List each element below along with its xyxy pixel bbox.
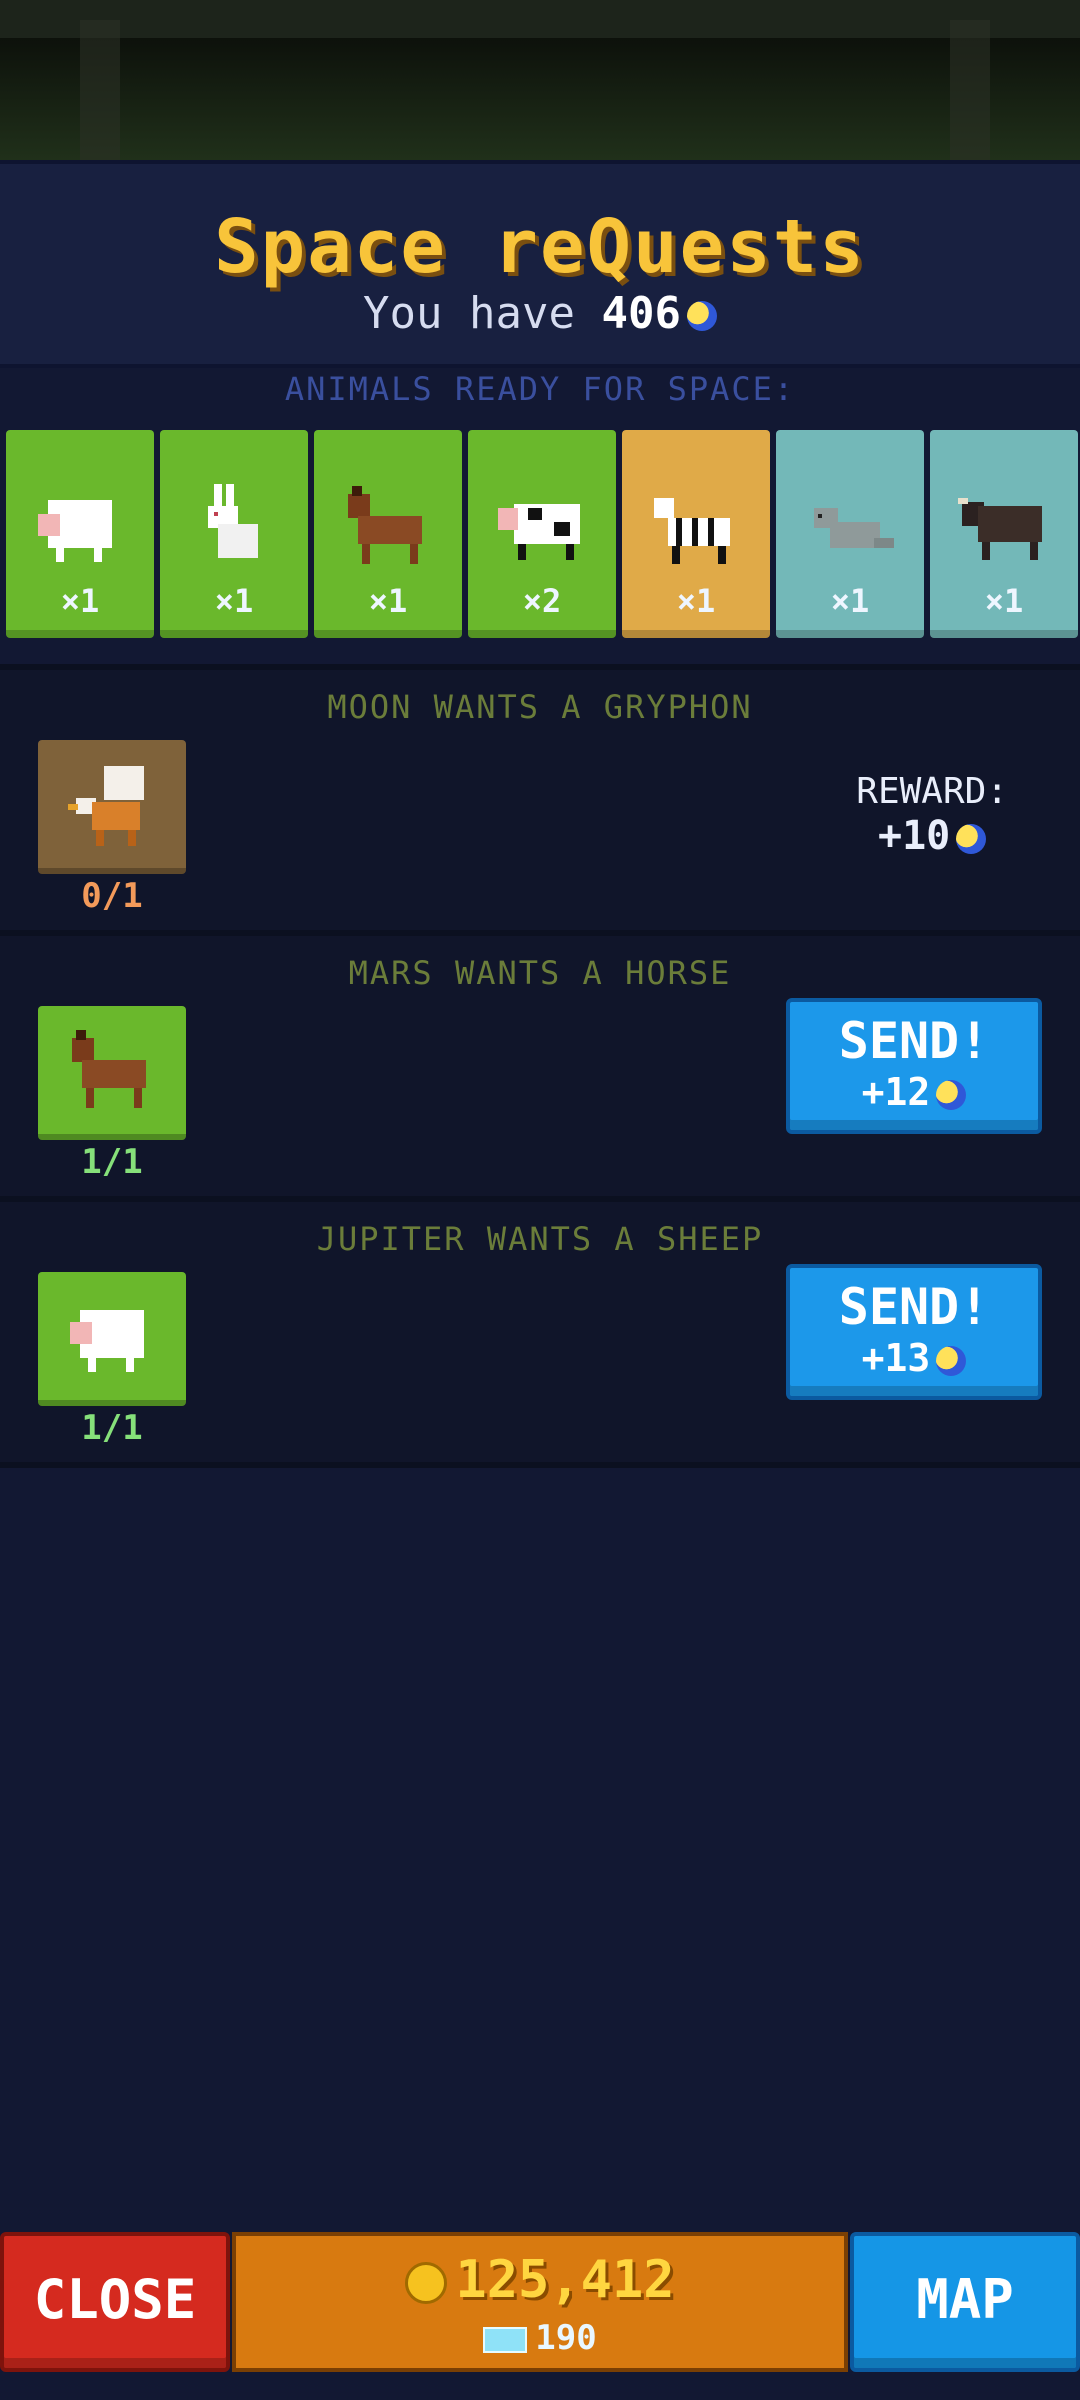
gems-display: 190 [236, 2318, 844, 2358]
request-moon-gryphon: MOON WANTS A GRYPHON 0/1 REWARD: +10 [0, 670, 1080, 930]
animal-count: ×1 [60, 582, 100, 620]
animal-count: ×1 [984, 582, 1024, 620]
wallet-display: 125,412 190 [232, 2232, 848, 2372]
horse-icon [348, 486, 422, 564]
section-divider [0, 1462, 1080, 1468]
request-animal-card [38, 1272, 186, 1406]
animal-count: ×1 [676, 582, 716, 620]
request-jupiter-sheep: JUPITER WANTS A SHEEP 1/1 SEND! +13 [0, 1202, 1080, 1462]
coins-amount: 125,412 [455, 2250, 675, 2310]
seal-icon [814, 508, 894, 548]
sheep-icon [70, 1310, 144, 1372]
animals-ready-row: ×1 ×1 ×1 ×2 ×1 ×1 ×1 [6, 430, 1080, 640]
bottom-bar: CLOSE 125,412 190 MAP [0, 2232, 1080, 2372]
cow-icon [498, 504, 580, 560]
send-button-label: SEND! [838, 1012, 990, 1070]
reward-label: REWARD: [856, 771, 1008, 812]
request-title: JUPITER WANTS A SHEEP [316, 1220, 764, 1258]
game-scene-top [0, 0, 1080, 160]
animal-count: ×1 [214, 582, 254, 620]
request-title: MOON WANTS A GRYPHON [327, 688, 753, 726]
coins-display: 125,412 [236, 2250, 844, 2310]
send-button-label: SEND! [838, 1278, 990, 1336]
send-reward-amount: +13 [861, 1336, 931, 1380]
request-progress: 1/1 [81, 1408, 143, 1448]
balance-prefix: You have [363, 288, 575, 339]
request-animal-card [38, 740, 186, 874]
gems-amount: 190 [535, 2318, 597, 2358]
pillar-left [80, 20, 120, 160]
page-title: Space reQuests [214, 204, 866, 290]
request-animal-card [38, 1006, 186, 1140]
map-button[interactable]: MAP [850, 2232, 1080, 2372]
reward-amount: +10 [878, 813, 951, 859]
balance-line: You have 406 [0, 288, 1080, 339]
animal-card-sheep[interactable]: ×1 [6, 430, 154, 638]
request-progress: 0/1 [81, 876, 143, 916]
moon-coin-icon [936, 1079, 967, 1110]
horse-icon [72, 1030, 146, 1108]
request-mars-horse: MARS WANTS A HORSE 1/1 SEND! +12 [0, 936, 1080, 1196]
send-button-jupiter[interactable]: SEND! +13 [786, 1264, 1042, 1400]
moon-coin-icon [936, 1345, 967, 1376]
close-button[interactable]: CLOSE [0, 2232, 230, 2372]
space-requests-header: Space reQuests You have 406 [0, 160, 1080, 368]
animal-count: ×2 [522, 582, 562, 620]
request-title: MARS WANTS A HORSE [348, 954, 732, 992]
animal-card-cow[interactable]: ×2 [468, 430, 616, 638]
animal-card-horse[interactable]: ×1 [314, 430, 462, 638]
send-reward-amount: +12 [861, 1070, 931, 1114]
animal-count: ×1 [830, 582, 870, 620]
request-progress: 1/1 [81, 1142, 143, 1182]
animal-card-rabbit[interactable]: ×1 [160, 430, 308, 638]
animal-card-yak[interactable]: ×1 [930, 430, 1078, 638]
gryphon-icon [68, 766, 144, 846]
reward-display: REWARD: +10 [856, 770, 1008, 860]
animal-card-zebra[interactable]: ×1 [622, 430, 770, 638]
animal-card-seal[interactable]: ×1 [776, 430, 924, 638]
yak-icon [958, 498, 1042, 560]
animal-count: ×1 [368, 582, 408, 620]
ready-section-label: ANIMALS READY FOR SPACE: [284, 370, 796, 408]
moon-coin-icon [686, 301, 717, 331]
send-button-mars[interactable]: SEND! +12 [786, 998, 1042, 1134]
sheep-icon [38, 500, 112, 562]
balance-amount: 406 [601, 288, 681, 339]
coin-icon [405, 2262, 448, 2304]
moon-coin-icon [956, 824, 987, 854]
gem-icon [483, 2326, 528, 2353]
pillar-right [950, 20, 990, 160]
rabbit-icon [208, 484, 258, 558]
zebra-icon [654, 498, 730, 564]
